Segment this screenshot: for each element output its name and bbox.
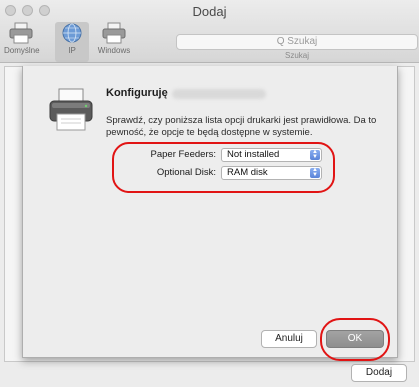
toolbar-item-ip[interactable]: IP [55,22,89,62]
printer-icon [47,86,95,134]
search-caption: Szukaj [284,51,309,60]
cancel-button[interactable]: Anuluj [261,330,317,348]
globe-icon [59,22,85,44]
sheet-title: Konfiguruję [106,87,168,99]
redacted-printer-name [172,89,266,99]
search-input[interactable]: Q Szukaj [176,34,418,50]
options-highlight [112,142,335,193]
toolbar-item-windows[interactable]: Windows [92,22,136,62]
window-title: Dodaj [192,4,227,19]
printer-icon [101,22,127,44]
add-printer-window: Dodaj Domyślne IP Windows Q Szukaj Szuka… [0,0,419,387]
titlebar: Dodaj Domyślne IP Windows Q Szukaj Szuka… [0,0,419,63]
add-button[interactable]: Dodaj [351,364,407,382]
toolbar-item-label: Domyślne [4,46,40,55]
toolbar-item-label: IP [68,46,76,55]
sheet-description: Sprawdź, czy poniższa lista opcji drukar… [106,115,377,138]
toolbar-item-default[interactable]: Domyślne [4,22,40,62]
ok-button-highlight [320,318,390,361]
toolbar-item-label: Windows [97,46,131,55]
printer-icon [8,22,34,44]
configure-printer-sheet: Konfiguruję Sprawdź, czy poniższa lista … [22,66,398,358]
